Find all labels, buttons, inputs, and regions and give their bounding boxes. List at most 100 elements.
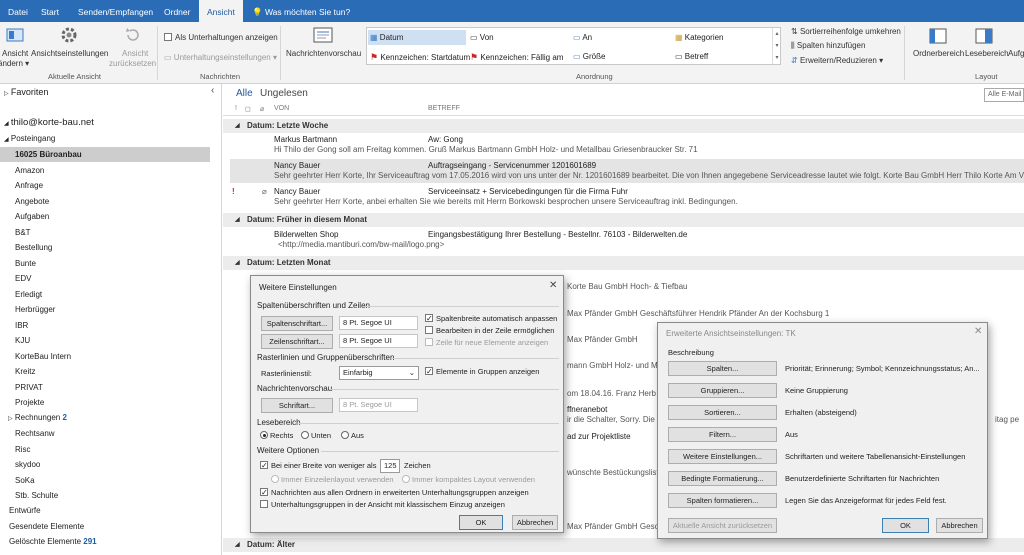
columns-button[interactable]: Spalten... — [668, 361, 777, 376]
expand-collapse-button[interactable]: ⇵ Erweitern/Reduzieren ▾ — [791, 56, 883, 65]
conditional-formatting-button[interactable]: Bedingte Formatierung... — [668, 471, 777, 486]
collapse-pane-icon[interactable]: ‹ — [211, 85, 214, 96]
message-subject[interactable]: Serviceeinsatz + Servicebedingungen für … — [428, 187, 628, 196]
group-header[interactable]: ◢ Datum: Letzte Woche — [223, 119, 1024, 133]
folder-gesendete[interactable]: Gesendete Elemente — [9, 522, 84, 531]
reading-pane-button[interactable] — [975, 27, 993, 45]
sort-button[interactable]: Sortieren... — [668, 405, 777, 420]
group-by-button[interactable]: Gruppieren... — [668, 383, 777, 398]
folder-item[interactable]: Amazon — [15, 166, 44, 175]
ok-button[interactable]: OK — [459, 515, 503, 530]
folder-item[interactable]: Rechtsanw — [15, 429, 55, 438]
folder-item[interactable]: IBR — [15, 321, 28, 330]
filter-all-tab[interactable]: Alle — [236, 88, 253, 99]
folder-item[interactable]: Erledigt — [15, 290, 42, 299]
importance-column-icon[interactable]: ! — [235, 105, 237, 112]
message-subject[interactable]: ad zur Projektliste — [567, 432, 631, 441]
format-columns-button[interactable]: Spalten formatieren... — [668, 493, 777, 508]
tell-me-box[interactable]: 💡 Was möchten Sie tun? — [244, 0, 358, 22]
message-subject[interactable]: Auftragseingang - Servicenummer 12016016… — [428, 161, 596, 170]
autofit-checkbox[interactable]: Spaltenbreite automatisch anpassen — [425, 314, 557, 323]
folder-item[interactable]: B&T — [15, 228, 31, 237]
reset-view-button[interactable] — [124, 26, 142, 44]
width-threshold-input[interactable]: 125 — [380, 459, 400, 473]
folder-entwuerfe[interactable]: Entwürfe — [9, 506, 41, 515]
reminder-column-icon[interactable]: ◻ — [245, 105, 251, 113]
single-line-radio[interactable]: Immer Einzeilenlayout verwenden — [271, 475, 394, 484]
show-in-groups-checkbox[interactable]: Elemente in Gruppen anzeigen — [425, 367, 539, 376]
add-columns-button[interactable]: ⫼ Spalten hinzufügen — [791, 41, 865, 51]
arrange-betreff[interactable]: ▭ Betreff — [675, 52, 708, 61]
width-threshold-checkbox[interactable]: Bei einer Breite von weniger als — [260, 461, 376, 470]
reading-right-radio[interactable]: Rechts — [260, 431, 293, 440]
tab-ordner[interactable]: Ordner — [156, 0, 198, 22]
group-header[interactable]: ◢ Datum: Älter — [223, 538, 1024, 552]
reset-view-button[interactable]: Aktuelle Ansicht zurücksetzen — [668, 518, 777, 533]
arrange-von[interactable]: ▭ Von — [470, 33, 494, 42]
arrange-kennzeichen-faellig[interactable]: ⚑ Kennzeichen: Fällig am — [470, 52, 563, 63]
message-from[interactable]: Nancy Bauer — [274, 187, 320, 196]
arrange-kategorien[interactable]: ▦ Kategorien — [675, 33, 724, 42]
folder-item[interactable]: Projekte — [15, 398, 44, 407]
tab-datei[interactable]: Datei — [0, 0, 36, 22]
row-font-button[interactable]: Zeilenschriftart... — [261, 334, 333, 349]
group-header[interactable]: ◢ Datum: Früher in diesem Monat — [223, 213, 1024, 227]
favorites-header[interactable]: ▷ Favoriten — [4, 87, 48, 97]
ok-button[interactable]: OK — [882, 518, 929, 533]
column-font-button[interactable]: Spaltenschriftart... — [261, 316, 333, 331]
folder-geloeschte[interactable]: Gelöschte Elemente 291 — [9, 537, 97, 546]
compact-radio[interactable]: Immer kompaktes Layout verwenden — [402, 475, 535, 484]
folder-rechnungen[interactable]: ▷ Rechnungen 2 — [8, 413, 67, 422]
folder-item[interactable]: Stb. Schulte — [15, 491, 58, 500]
conversation-settings-button[interactable]: ▭ Unterhaltungseinstellungen ▾ — [164, 53, 277, 62]
cancel-button[interactable]: Abbrechen — [512, 515, 558, 530]
tab-senden-empfangen[interactable]: Senden/Empfangen — [70, 0, 161, 22]
account-header[interactable]: ◢ thilo@korte-bau.net — [4, 117, 94, 128]
grid-style-select[interactable]: Einfarbig ⌄ — [339, 366, 419, 380]
change-view-button[interactable] — [6, 26, 24, 44]
attachment-column-icon[interactable]: ⌀ — [260, 105, 264, 113]
folder-item[interactable]: skydoo — [15, 460, 40, 469]
folder-item[interactable]: KorteBau Intern — [15, 352, 71, 361]
arrange-an[interactable]: ▭ An — [573, 33, 592, 42]
folder-item[interactable]: Aufgaben — [15, 212, 49, 221]
arrange-datum[interactable]: ▦ Datum — [368, 30, 466, 45]
tab-ansicht[interactable]: Ansicht — [199, 0, 243, 22]
message-preview-button[interactable] — [313, 26, 333, 44]
folder-item[interactable]: KJU — [15, 336, 30, 345]
message-from[interactable]: Nancy Bauer — [274, 161, 320, 170]
edit-cell-checkbox[interactable]: Bearbeiten in der Zeile ermöglichen — [425, 326, 554, 335]
filter-unread-tab[interactable]: Ungelesen — [260, 88, 308, 99]
message-from[interactable]: Markus Bartmann — [274, 135, 337, 144]
arrange-groesse[interactable]: ▭ Größe — [573, 52, 605, 61]
folder-item[interactable]: SoKa — [15, 476, 35, 485]
all-folders-checkbox[interactable]: Nachrichten aus allen Ordnern in erweite… — [260, 488, 529, 497]
message-from[interactable]: Bilderwelten Shop — [274, 230, 338, 239]
folder-item[interactable]: Anfrage — [15, 181, 43, 190]
reverse-sort-button[interactable]: ⇅ Sortierreihenfolge umkehren — [791, 27, 901, 36]
filter-button[interactable]: Filtern... — [668, 427, 777, 442]
folder-item[interactable]: Herbrügger — [15, 305, 55, 314]
folder-pane-button[interactable] — [929, 27, 947, 45]
arrange-kennzeichen-start[interactable]: ⚑ Kennzeichen: Startdatum — [370, 52, 470, 63]
view-settings-button[interactable] — [60, 26, 78, 44]
folder-item[interactable]: Angebote — [15, 197, 49, 206]
new-row-checkbox[interactable]: Zeile für neue Elemente anzeigen — [425, 338, 548, 347]
todo-pane-label[interactable]: Aufg — [1008, 49, 1024, 58]
folder-item[interactable]: PRIVAT — [15, 383, 43, 392]
tab-start[interactable]: Start — [33, 0, 67, 22]
message-subject[interactable]: Eingangsbestätigung Ihrer Bestellung - B… — [428, 230, 687, 239]
other-settings-button[interactable]: Weitere Einstellungen... — [668, 449, 777, 464]
preview-font-button[interactable]: Schriftart... — [261, 398, 333, 413]
folder-item[interactable]: Risc — [15, 445, 31, 454]
message-subject[interactable]: Aw: Gong — [428, 135, 463, 144]
search-input[interactable]: Alle E-Mail — [984, 88, 1024, 102]
folder-item[interactable]: Bunte — [15, 259, 36, 268]
reading-bottom-radio[interactable]: Unten — [301, 431, 331, 440]
folder-posteingang[interactable]: ◢ Posteingang — [4, 134, 55, 143]
folder-16025-bueroanbau[interactable]: 16025 Büroanbau — [15, 150, 82, 159]
folder-item[interactable]: Kreitz — [15, 367, 35, 376]
folder-item[interactable]: Bestellung — [15, 243, 52, 252]
group-header[interactable]: ◢ Datum: Letzten Monat — [223, 256, 1024, 270]
close-icon[interactable]: ✕ — [549, 280, 557, 291]
